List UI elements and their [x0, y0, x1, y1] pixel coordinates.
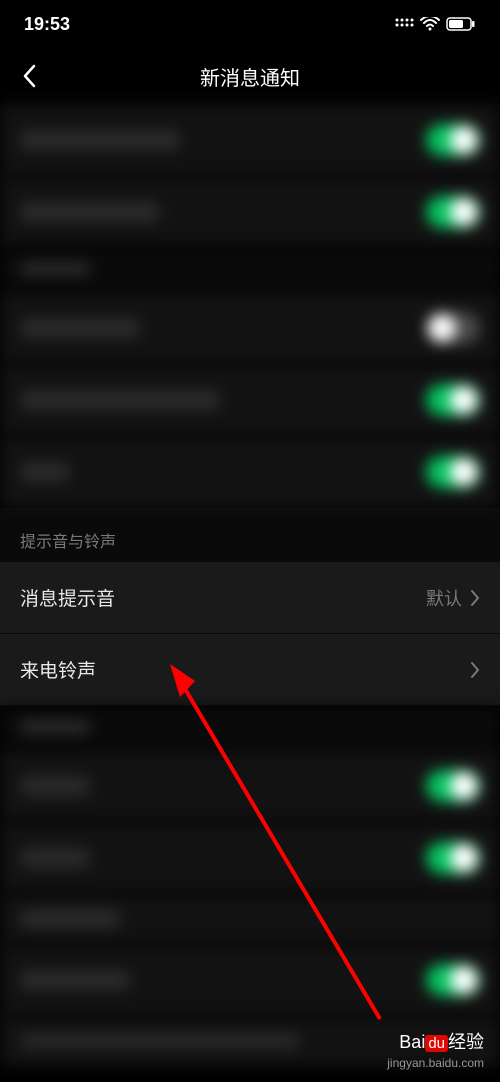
battery-icon — [446, 17, 476, 31]
section-header-blurred — [0, 248, 500, 292]
chevron-right-icon — [470, 589, 480, 607]
toggle-switch[interactable] — [426, 842, 480, 874]
content-area: 提示音与铃声 消息提示音 默认 来电铃声 — [0, 104, 500, 1066]
setting-row-blurred[interactable] — [0, 822, 500, 894]
back-button[interactable] — [14, 61, 44, 91]
toggle-switch[interactable] — [426, 196, 480, 228]
wifi-icon — [420, 17, 440, 31]
cellular-icon — [394, 17, 414, 31]
setting-row-blurred[interactable] — [0, 894, 500, 944]
nav-bar: 新消息通知 — [0, 48, 500, 104]
setting-row-blurred[interactable] — [0, 944, 500, 1016]
setting-row-ringtone[interactable]: 来电铃声 — [0, 634, 500, 706]
setting-row-blurred[interactable] — [0, 176, 500, 248]
status-time: 19:53 — [24, 14, 70, 35]
page-title: 新消息通知 — [200, 62, 300, 91]
setting-label: 消息提示音 — [20, 584, 115, 611]
setting-label: 来电铃声 — [20, 656, 96, 683]
watermark: Baidu经验 jingyan.baidu.com — [387, 1028, 484, 1070]
setting-row-message-sound[interactable]: 消息提示音 默认 — [0, 562, 500, 634]
watermark-url: jingyan.baidu.com — [387, 1056, 484, 1070]
toggle-switch[interactable] — [426, 384, 480, 416]
section-header-sounds: 提示音与铃声 — [0, 508, 500, 562]
setting-row-blurred[interactable] — [0, 104, 500, 176]
watermark-logo: Baidu经验 — [387, 1028, 484, 1054]
toggle-switch[interactable] — [426, 770, 480, 802]
chevron-left-icon — [22, 64, 36, 88]
status-icons — [394, 17, 476, 31]
toggle-switch[interactable] — [426, 964, 480, 996]
setting-value: 默认 — [426, 585, 462, 611]
setting-row-blurred[interactable] — [0, 750, 500, 822]
toggle-switch[interactable] — [426, 312, 480, 344]
toggle-switch[interactable] — [426, 456, 480, 488]
section-header-blurred — [0, 706, 500, 750]
toggle-switch[interactable] — [426, 124, 480, 156]
setting-row-blurred[interactable] — [0, 364, 500, 436]
status-bar: 19:53 — [0, 0, 500, 48]
chevron-right-icon — [470, 661, 480, 679]
setting-row-blurred[interactable] — [0, 292, 500, 364]
setting-row-blurred[interactable] — [0, 436, 500, 508]
